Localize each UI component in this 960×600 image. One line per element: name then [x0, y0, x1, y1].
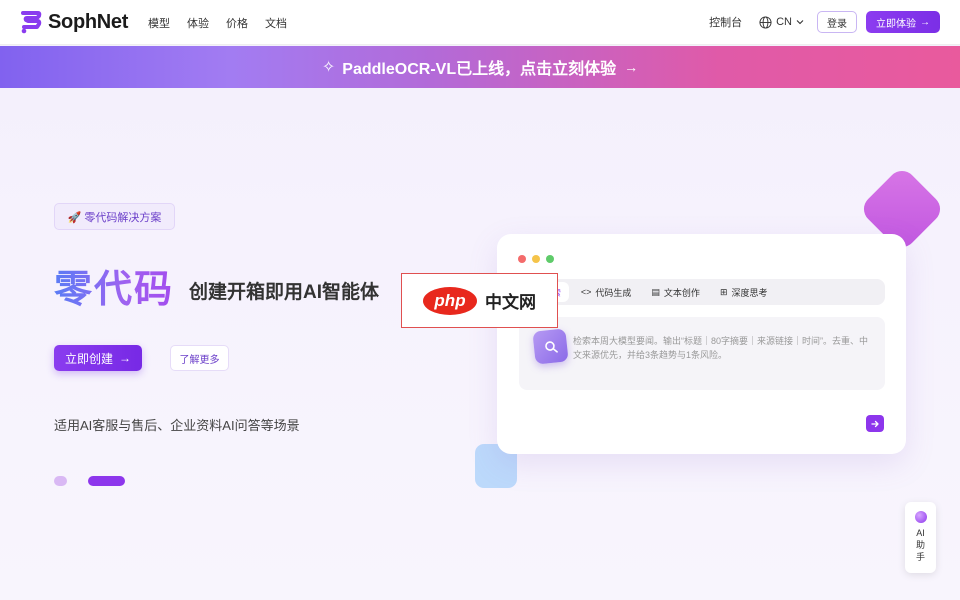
maximize-dot	[546, 255, 554, 263]
watermark-text: 中文网	[485, 293, 536, 312]
console-link[interactable]: 控制台	[709, 14, 742, 30]
tab-label: 文本创作	[663, 287, 700, 298]
document-icon: ▤	[651, 286, 660, 297]
sparkle-icon: ✧	[321, 59, 336, 76]
globe-icon	[759, 15, 772, 29]
language-label: CN	[776, 16, 792, 28]
send-button[interactable]	[866, 415, 884, 432]
php-logo: php	[423, 286, 477, 315]
carousel-dot-1[interactable]	[54, 476, 67, 486]
php-cn-watermark: php 中文网	[401, 273, 558, 328]
brand-logo[interactable]: SophNet	[20, 10, 128, 34]
language-selector[interactable]: CN	[759, 15, 809, 29]
nav-item-docs[interactable]: 文档	[265, 15, 287, 31]
nav-item-pricing[interactable]: 价格	[226, 15, 248, 31]
arrow-right-icon	[871, 420, 879, 427]
search-icon	[532, 328, 569, 365]
hero-title: 零代码	[54, 258, 174, 313]
create-now-button[interactable]: 立即创建 →	[54, 345, 142, 371]
learn-more-button[interactable]: 了解更多	[170, 345, 229, 371]
ai-orb-icon	[914, 511, 927, 523]
sophnet-logo-icon	[21, 11, 42, 34]
top-header: SophNet 模型 体验 价格 文档 控制台 CN 登录 立即体验 →	[0, 0, 960, 45]
solution-tag: 🚀 零代码解决方案	[54, 203, 175, 230]
arrow-right-icon: →	[119, 351, 131, 365]
hero-description: 适用AI客服与售后、企业资料AI问答等场景	[54, 418, 300, 433]
arrow-right-icon: →	[624, 59, 639, 75]
try-now-label: 立即体验	[876, 18, 916, 30]
create-now-label: 立即创建	[64, 351, 113, 366]
prompt-placeholder: 检索本周大模型要闻。输出“标题｜80字摘要｜来源链接｜时间”。去重、中文来源优先…	[573, 336, 869, 360]
ai-assistant-label: AI助手	[915, 528, 925, 562]
arrow-right-icon: →	[920, 16, 930, 28]
window-controls	[518, 255, 554, 263]
nav-item-models[interactable]: 模型	[148, 15, 170, 31]
tab-label: 代码生成	[595, 287, 632, 298]
header-actions: 控制台 CN 登录 立即体验 →	[709, 11, 940, 33]
demo-tabs: ◎ 搜索 <> 代码生成 ▤ 文本创作 ⊞ 深度思考	[519, 279, 885, 305]
chevron-down-icon	[796, 20, 804, 25]
code-icon: <>	[580, 287, 592, 297]
announcement-banner[interactable]: ✧ PaddleOCR-VL已上线，点击立刻体验 →	[0, 46, 960, 88]
login-button[interactable]: 登录	[817, 11, 857, 33]
tab-text-creation[interactable]: ▤ 文本创作	[643, 282, 708, 302]
grid-icon: ⊞	[719, 286, 728, 297]
tab-code-generation[interactable]: <> 代码生成	[573, 282, 640, 302]
banner-text: PaddleOCR-VL已上线，点击立刻体验	[342, 61, 617, 78]
carousel-dot-2-active[interactable]	[88, 476, 125, 486]
main-nav: 模型 体验 价格 文档	[148, 15, 287, 31]
try-now-button[interactable]: 立即体验 →	[866, 11, 940, 33]
minimize-dot	[532, 255, 540, 263]
tab-label: 深度思考	[731, 287, 768, 298]
brand-name: SophNet	[48, 10, 129, 33]
nav-item-experience[interactable]: 体验	[187, 15, 209, 31]
ai-assistant-button[interactable]: AI助手	[905, 502, 936, 573]
tab-deep-thinking[interactable]: ⊞ 深度思考	[712, 282, 776, 302]
hero-subtitle: 创建开箱即用AI智能体	[189, 282, 380, 303]
demo-card: ◎ 搜索 <> 代码生成 ▤ 文本创作 ⊞ 深度思考 检索本周大模型要闻。输出“…	[497, 234, 906, 454]
close-dot	[518, 255, 526, 263]
